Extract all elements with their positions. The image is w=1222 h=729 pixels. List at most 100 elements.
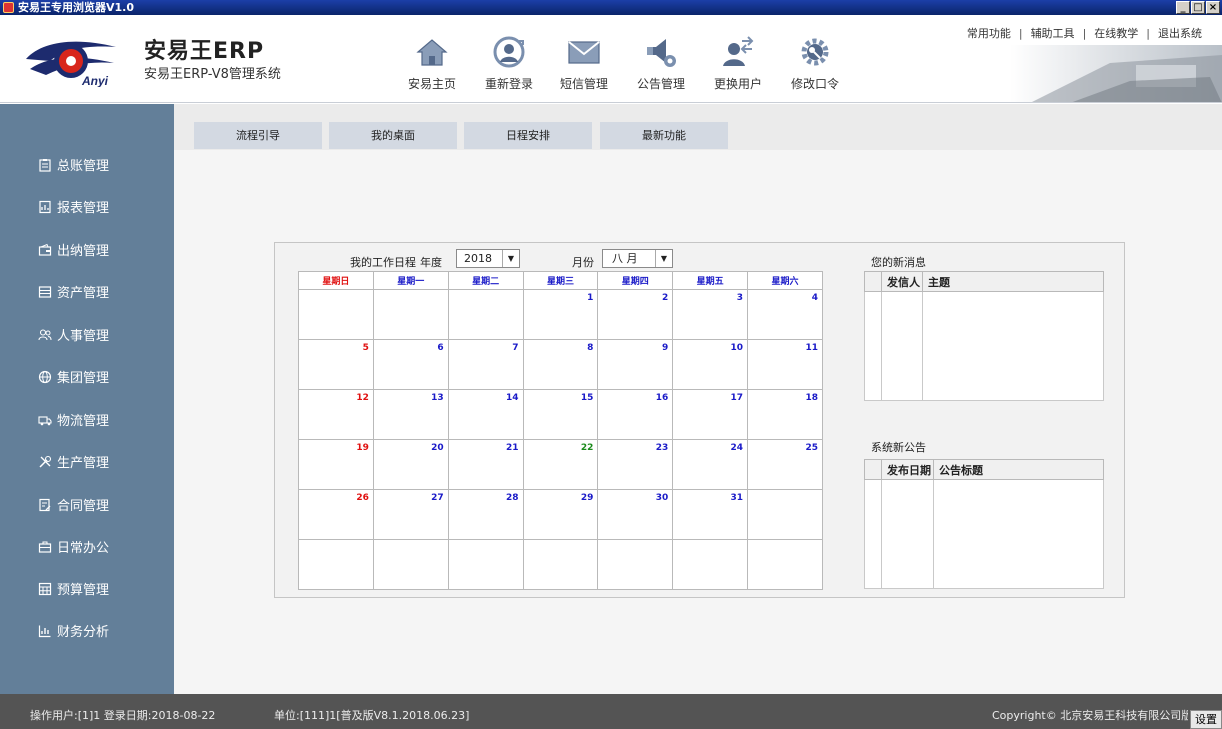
tab-process-guide[interactable]: 流程引导 bbox=[194, 122, 322, 149]
link-exit-system[interactable]: 退出系统 bbox=[1158, 27, 1202, 40]
calendar-week-row: 19 20 21 22 23 24 25 bbox=[298, 439, 823, 490]
calendar-day-22[interactable]: 22 bbox=[522, 439, 599, 490]
link-common-functions[interactable]: 常用功能 bbox=[967, 27, 1011, 40]
sidebar-item-label: 日常办公 bbox=[57, 541, 110, 556]
sidebar-item-logistics[interactable]: 物流管理 bbox=[38, 412, 109, 432]
sidebar-item-label: 出纳管理 bbox=[57, 244, 110, 259]
sidebar-item-budget[interactable]: 预算管理 bbox=[38, 581, 109, 601]
calendar-day-10[interactable]: 10 bbox=[672, 339, 749, 390]
sidebar-item-analysis[interactable]: 财务分析 bbox=[38, 623, 109, 643]
window-titlebar: 安易王专用浏览器V1.0 _ □ × bbox=[0, 0, 1222, 15]
sidebar-item-production[interactable]: 生产管理 bbox=[38, 454, 109, 474]
nav-switch-user[interactable]: 更换用户 bbox=[703, 35, 773, 99]
calendar-day-30[interactable]: 30 bbox=[597, 489, 674, 540]
calendar-day-29[interactable]: 29 bbox=[522, 489, 599, 540]
calendar-week-row: 26 27 28 29 30 31 bbox=[298, 489, 823, 540]
nav-relogin[interactable]: 重新登录 bbox=[474, 35, 544, 99]
sidebar: 总账管理 报表管理 出纳管理 资产管理 人事管理 集团管理 物流管理 生产管理 … bbox=[0, 104, 174, 694]
calendar-day-9[interactable]: 9 bbox=[597, 339, 674, 390]
nav-announcement[interactable]: 公告管理 bbox=[626, 35, 696, 99]
year-select[interactable]: 2018 ▼ bbox=[456, 249, 520, 268]
nav-sms[interactable]: 短信管理 bbox=[549, 35, 619, 99]
month-label: 月份 bbox=[572, 256, 594, 269]
settings-button[interactable]: 设置 bbox=[1190, 710, 1222, 729]
nav-change-password[interactable]: 修改口令 bbox=[780, 35, 850, 99]
anyi-logo: Anyi bbox=[26, 41, 116, 87]
tab-schedule[interactable]: 日程安排 bbox=[464, 122, 592, 149]
calendar-day-23[interactable]: 23 bbox=[597, 439, 674, 490]
weekday-fri: 星期五 bbox=[672, 271, 749, 290]
sidebar-item-contracts[interactable]: 合同管理 bbox=[38, 497, 109, 517]
sidebar-item-label: 资产管理 bbox=[57, 286, 110, 301]
calendar-day-17[interactable]: 17 bbox=[672, 389, 749, 440]
year-label: 年度 bbox=[420, 256, 442, 269]
calendar-day-21[interactable]: 21 bbox=[447, 439, 524, 490]
sidebar-item-ledger[interactable]: 总账管理 bbox=[38, 157, 109, 177]
new-messages-label: 您的新消息 bbox=[871, 256, 926, 269]
sidebar-item-hr[interactable]: 人事管理 bbox=[38, 327, 109, 347]
calendar-empty-cell[interactable] bbox=[372, 539, 449, 590]
calendar-day-27[interactable]: 27 bbox=[372, 489, 449, 540]
calendar-empty-cell[interactable] bbox=[672, 539, 749, 590]
sidebar-item-label: 报表管理 bbox=[57, 201, 110, 216]
calendar-empty-cell[interactable] bbox=[447, 539, 524, 590]
calendar-day-1[interactable]: 1 bbox=[522, 289, 599, 340]
calendar-day-16[interactable]: 16 bbox=[597, 389, 674, 440]
nav-sms-label: 短信管理 bbox=[559, 77, 608, 91]
calendar-day-12[interactable]: 12 bbox=[298, 389, 374, 440]
sidebar-item-office[interactable]: 日常办公 bbox=[38, 539, 109, 559]
nav-relogin-label: 重新登录 bbox=[484, 77, 533, 91]
calendar-day-18[interactable]: 18 bbox=[747, 389, 823, 440]
sidebar-item-assets[interactable]: 资产管理 bbox=[38, 284, 109, 304]
tab-my-desktop[interactable]: 我的桌面 bbox=[329, 122, 457, 149]
calendar-day-24[interactable]: 24 bbox=[672, 439, 749, 490]
sidebar-item-label: 生产管理 bbox=[57, 456, 110, 471]
calendar-day-28[interactable]: 28 bbox=[447, 489, 524, 540]
dropdown-arrow-icon: ▼ bbox=[655, 250, 672, 267]
calendar-empty-cell[interactable] bbox=[747, 489, 823, 540]
calendar-day-8[interactable]: 8 bbox=[522, 339, 599, 390]
calendar-day-3[interactable]: 3 bbox=[672, 289, 749, 340]
calendar-empty-cell[interactable] bbox=[372, 289, 449, 340]
calendar-empty-cell[interactable] bbox=[597, 539, 674, 590]
calendar-day-11[interactable]: 11 bbox=[747, 339, 823, 390]
calendar-week-row: 12 13 14 15 16 17 18 bbox=[298, 389, 823, 440]
calendar-day-7[interactable]: 7 bbox=[447, 339, 524, 390]
top-links: 常用功能 | 辅助工具 | 在线教学 | 退出系统 bbox=[966, 27, 1202, 40]
sidebar-item-group[interactable]: 集团管理 bbox=[38, 369, 109, 389]
calendar-day-5[interactable]: 5 bbox=[298, 339, 374, 390]
calendar-day-19[interactable]: 19 bbox=[298, 439, 374, 490]
nav-home[interactable]: 安易主页 bbox=[397, 35, 467, 99]
calendar-day-25[interactable]: 25 bbox=[747, 439, 823, 490]
calendar-day-15[interactable]: 15 bbox=[522, 389, 599, 440]
minimize-button[interactable]: _ bbox=[1176, 1, 1190, 14]
weekday-sun: 星期日 bbox=[298, 271, 374, 290]
calendar-empty-cell[interactable] bbox=[522, 539, 599, 590]
logo-text: Anyi bbox=[81, 74, 109, 87]
messages-grid: 发信人 主题 bbox=[864, 271, 1104, 401]
sidebar-item-reports[interactable]: 报表管理 bbox=[38, 199, 109, 219]
calendar-empty-cell[interactable] bbox=[298, 289, 374, 340]
calendar-day-13[interactable]: 13 bbox=[372, 389, 449, 440]
maximize-button[interactable]: □ bbox=[1191, 1, 1205, 14]
calendar-week-row: 5 6 7 8 9 10 11 bbox=[298, 339, 823, 390]
calendar-day-6[interactable]: 6 bbox=[372, 339, 449, 390]
tab-new-features[interactable]: 最新功能 bbox=[600, 122, 728, 149]
close-button[interactable]: × bbox=[1206, 1, 1220, 14]
asset-icon bbox=[38, 286, 52, 298]
calendar-day-31[interactable]: 31 bbox=[672, 489, 749, 540]
calendar-day-26[interactable]: 26 bbox=[298, 489, 374, 540]
calendar-empty-cell[interactable] bbox=[747, 539, 823, 590]
calendar-empty-cell[interactable] bbox=[298, 539, 374, 590]
calendar-day-14[interactable]: 14 bbox=[447, 389, 524, 440]
link-tools[interactable]: 辅助工具 bbox=[1031, 27, 1075, 40]
calendar-empty-cell[interactable] bbox=[447, 289, 524, 340]
sidebar-item-cashier[interactable]: 出纳管理 bbox=[38, 242, 109, 262]
calendar-day-20[interactable]: 20 bbox=[372, 439, 449, 490]
calendar-day-2[interactable]: 2 bbox=[597, 289, 674, 340]
nav-home-label: 安易主页 bbox=[407, 77, 456, 91]
month-select[interactable]: 八 月 ▼ bbox=[602, 249, 673, 268]
calendar-grid: 星期日 星期一 星期二 星期三 星期四 星期五 星期六 1 2 3 4 5 6 7 8 9 10 1… bbox=[298, 271, 823, 590]
link-online-tutorial[interactable]: 在线教学 bbox=[1094, 27, 1138, 40]
calendar-day-4[interactable]: 4 bbox=[747, 289, 823, 340]
